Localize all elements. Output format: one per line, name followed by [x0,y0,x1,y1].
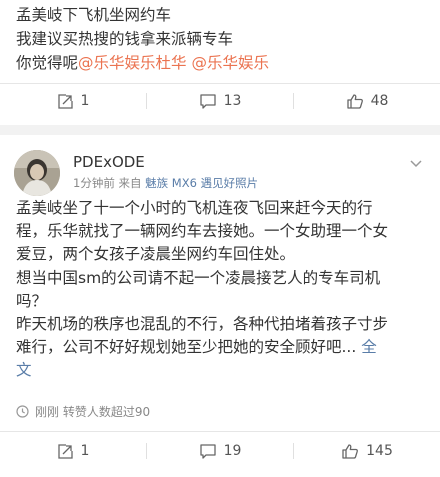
post-a-text: 孟美岐下飞机坐网约车 我建议买热搜的钱拿来派辆专车 你觉得呢@乐华娱乐杜华 @乐… [16,3,426,75]
post-b-line-6: 昨天机场的秩序也混乱的不行，各种代拍堵着孩子寸步 [16,315,389,334]
comment-button[interactable]: 13 [147,84,293,118]
post-b-line-1: 孟美岐坐了十一个小时的飞机连夜飞回来赶今天的行 [16,199,373,217]
like-button[interactable]: 145 [294,432,440,470]
comment-count: 19 [223,443,242,459]
post-card-a: 孟美岐下飞机坐网约车 我建议买热搜的钱拿来派辆专车 你觉得呢@乐华娱乐杜华 @乐… [0,0,440,125]
post-a-line-1: 孟美岐下飞机坐网约车 [16,6,172,24]
post-b-line-8: 文 [16,359,426,382]
device-link[interactable]: 魅族 MX6 [145,176,197,190]
post-status: 刚刚 转赞人数超过90 [16,403,150,420]
mention-link-2[interactable]: @乐华娱乐 [191,54,269,72]
post-b-action-bar: 1 19 145 [0,432,440,470]
post-a-line-3-text: 你觉得呢 [16,54,79,72]
post-time: 1分钟前 [73,176,115,190]
post-a-line-3: 你觉得呢@乐华娱乐杜华 @乐华娱乐 [16,51,426,75]
source-prefix: 来自 [118,176,142,190]
post-card-b: PDExODE 1分钟前 来自 魅族 MX6 遇见好照片 孟美岐坐了十一个小时的… [0,135,440,477]
avatar[interactable] [14,150,60,196]
like-count: 145 [366,443,393,459]
thumbs-up-icon [346,93,364,110]
post-meta: 1分钟前 来自 魅族 MX6 遇见好照片 [73,175,258,191]
feed-separator [0,125,440,135]
mention-link-1[interactable]: @乐华娱乐杜华 [78,54,187,72]
device-suffix[interactable]: 遇见好照片 [201,176,259,190]
like-count: 48 [370,93,389,109]
post-a-action-bar: 1 13 48 [0,84,440,118]
comment-icon [199,93,217,110]
repost-icon [57,443,74,460]
post-b-line-5: 吗？ [16,291,48,310]
comment-button[interactable]: 19 [147,432,293,470]
post-b-line-2: 程，乐华就找了一辆网约车去接她。一个女助理一个女 [16,222,389,241]
comment-icon [199,443,217,460]
repost-button[interactable]: 1 [0,432,146,470]
author-name[interactable]: PDExODE [73,153,145,171]
repost-count: 1 [80,443,90,459]
clock-icon [16,405,29,418]
post-b-line-3: 爱豆，两个女孩子凌晨坐网约车回住处。 [16,245,296,264]
status-text: 刚刚 转赞人数超过90 [35,405,151,419]
repost-button[interactable]: 1 [0,84,146,118]
post-b-line-4: 想当中国sm的公司请不起一个凌晨接艺人的专车司机 [16,268,381,287]
thumbs-up-icon [341,443,359,460]
post-b-line-7-text: 难行，公司不好好规划她至少把她的安全顾好吧... [16,338,357,357]
expand-full-text-link[interactable]: 全 [361,338,377,356]
expand-full-text-link-cont[interactable]: 文 [16,361,32,379]
post-a-line-2: 我建议买热搜的钱拿来派辆专车 [16,30,234,48]
post-b-line-7: 难行，公司不好好规划她至少把她的安全顾好吧... 全 [16,336,426,359]
like-button[interactable]: 48 [294,84,440,118]
post-b-text: 孟美岐坐了十一个小时的飞机连夜飞回来赶今天的行 程，乐华就找了一辆网约车去接她。… [16,197,426,383]
repost-count: 1 [80,93,90,109]
chevron-down-icon[interactable] [408,155,424,171]
comment-count: 13 [223,93,242,109]
repost-icon [57,93,74,110]
